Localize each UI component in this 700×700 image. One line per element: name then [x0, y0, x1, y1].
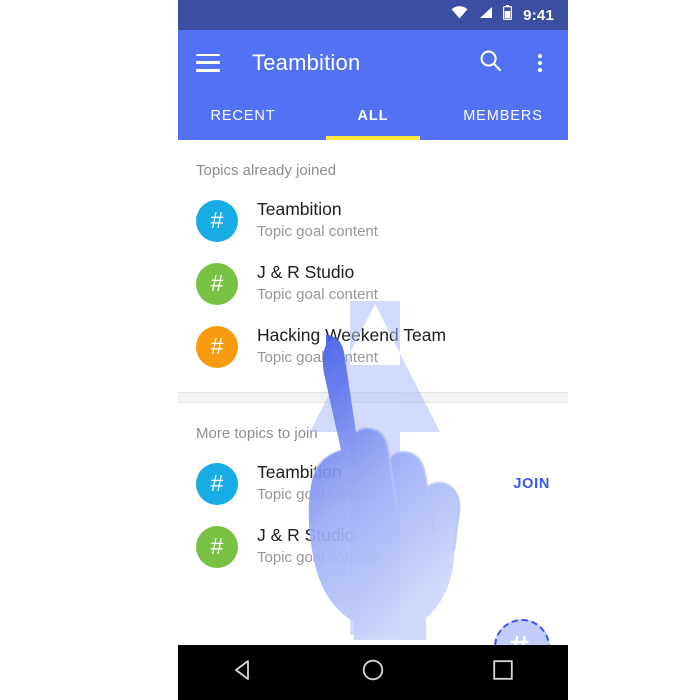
section-header-joined: Topics already joined: [196, 162, 337, 179]
join-button[interactable]: JOIN: [503, 476, 550, 492]
tab-bar: RECENT ALL MEMBERS: [178, 95, 568, 140]
list-item-text: J & R Studio Topic goal content: [257, 262, 550, 305]
list-item-text: Hacking Weekend Team Topic goal content: [257, 325, 550, 368]
home-circle-icon: [361, 658, 385, 687]
topic-title: Teambition: [257, 199, 342, 220]
avatar: #: [196, 462, 238, 505]
tab-members[interactable]: MEMBERS: [438, 95, 568, 140]
android-nav-bar: [178, 645, 568, 700]
section-joined-topics: Topics already joined # Teambition Topic…: [178, 140, 568, 403]
topic-title: Teambition: [257, 462, 342, 483]
wifi-icon: [451, 6, 468, 24]
hamburger-menu-icon[interactable]: [196, 53, 220, 72]
avatar: #: [196, 262, 238, 305]
page-title: Teambition: [252, 49, 361, 75]
list-item-text: Teambition Topic goal content: [257, 462, 503, 505]
status-bar-icons: [451, 5, 513, 25]
section-header-more: More topics to join: [196, 425, 318, 442]
nav-home-button[interactable]: [350, 650, 396, 696]
topic-subtitle: Topic goal content: [257, 486, 378, 504]
topic-subtitle: Topic goal content: [257, 549, 378, 567]
list-item[interactable]: # Teambition Topic goal content: [178, 189, 568, 252]
status-bar-clock: 9:41: [523, 6, 554, 24]
list-item[interactable]: # Hacking Weekend Team Topic goal conten…: [178, 315, 568, 378]
section-gap: [178, 393, 568, 402]
nav-recents-button[interactable]: [480, 650, 526, 696]
nav-back-button[interactable]: [220, 650, 266, 696]
topic-title: J & R Studio: [257, 525, 355, 546]
topic-subtitle: Topic goal content: [257, 223, 378, 241]
back-triangle-icon: [231, 658, 255, 687]
list-item[interactable]: # J & R Studio Topic goal content: [178, 252, 568, 315]
recents-square-icon: [491, 658, 515, 687]
avatar: #: [196, 525, 238, 568]
overflow-menu-icon: [530, 52, 550, 74]
phone-screen: 9:41 Teambition RECENT ALL MEMBERS Topic…: [178, 0, 568, 700]
search-icon: [479, 49, 502, 77]
list-item[interactable]: # J & R Studio Topic goal content: [178, 515, 568, 578]
topic-title: J & R Studio: [257, 262, 355, 283]
list-item[interactable]: # Teambition Topic goal content JOIN: [178, 452, 568, 515]
search-button[interactable]: [479, 49, 502, 77]
tab-recent[interactable]: RECENT: [178, 95, 308, 140]
section-more-topics: More topics to join # Teambition Topic g…: [178, 403, 568, 578]
list-item-text: J & R Studio Topic goal content: [257, 525, 550, 568]
app-bar: Teambition: [178, 30, 568, 95]
cellular-signal-icon: [478, 6, 493, 24]
status-bar: 9:41: [178, 0, 568, 30]
list-item-text: Teambition Topic goal content: [257, 199, 550, 242]
topics-list: Topics already joined # Teambition Topic…: [178, 140, 568, 700]
overflow-menu-button[interactable]: [530, 52, 550, 74]
topic-subtitle: Topic goal content: [257, 349, 378, 367]
topic-title: Hacking Weekend Team: [257, 325, 447, 346]
topic-subtitle: Topic goal content: [257, 286, 378, 304]
tab-all[interactable]: ALL: [308, 95, 438, 140]
avatar: #: [196, 325, 238, 368]
avatar: #: [196, 199, 238, 242]
battery-icon: [503, 5, 513, 25]
